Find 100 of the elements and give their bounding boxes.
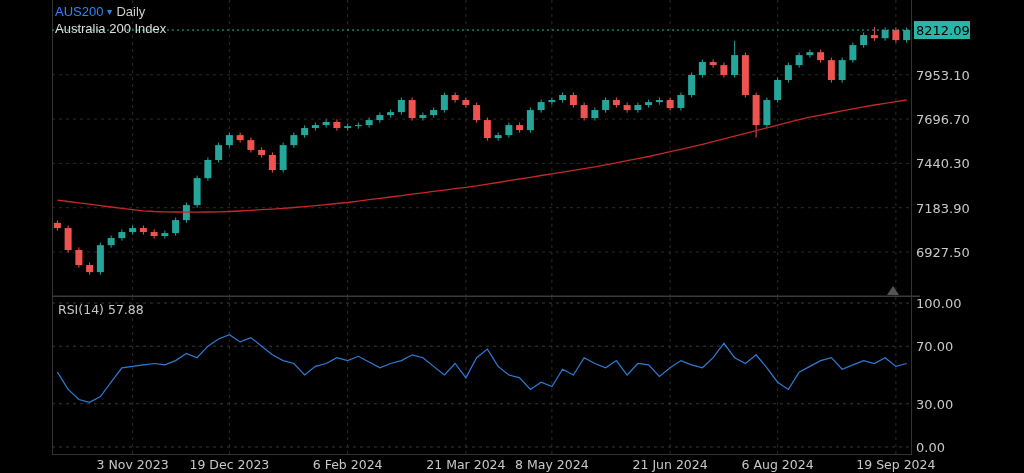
rsi-axis-label: 100.00 (916, 297, 962, 312)
price-candle (204, 156, 212, 182)
price-candle (279, 142, 287, 174)
price-candle (559, 91, 567, 104)
price-candle (172, 217, 180, 237)
last-price-tag: 8212.09 (914, 21, 970, 40)
price-candle (387, 109, 395, 119)
price-candle (139, 224, 147, 236)
price-candle (311, 122, 319, 132)
price-candle (569, 91, 577, 109)
price-candle (462, 96, 470, 109)
price-candle (645, 99, 653, 109)
price-candle (225, 132, 233, 149)
price-candle (655, 96, 663, 106)
price-candle (483, 117, 491, 142)
price-candle (698, 58, 706, 79)
date-axis-label: 19 Dec 2023 (189, 457, 270, 472)
price-candle (354, 122, 362, 130)
price-candle (784, 62, 792, 84)
price-candle (365, 117, 373, 129)
price-candle (752, 91, 760, 139)
price-candle (290, 132, 298, 149)
rsi-axis-label: 70.00 (916, 339, 954, 355)
price-candle (150, 228, 158, 240)
dropdown-caret[interactable]: ▾ (107, 3, 113, 20)
price-candle (301, 124, 309, 139)
price-candle (688, 71, 696, 99)
date-axis-label: 21 Mar 2024 (426, 457, 506, 472)
price-candle (419, 112, 427, 122)
price-candle (774, 76, 782, 104)
price-candle (408, 96, 416, 122)
price-candle (344, 123, 352, 132)
price-candle (430, 106, 438, 119)
price-candle (451, 91, 459, 104)
date-axis-label: 8 May 2024 (515, 457, 589, 472)
price-candle (322, 118, 330, 129)
price-candle (397, 96, 405, 116)
price-candle (75, 246, 83, 269)
price-candle (741, 52, 749, 99)
price-axis-label: 6927.50 (916, 245, 970, 260)
triangle-icon[interactable] (887, 286, 899, 295)
price-axis-label: 7953.10 (916, 67, 970, 83)
price-axis-label: 7696.70 (916, 112, 970, 128)
rsi-axis-label: 30.00 (916, 396, 954, 412)
price-axis-label: 7183.90 (916, 200, 970, 216)
price-candle (860, 31, 868, 49)
price-candle (666, 96, 674, 112)
price-candle (580, 101, 588, 122)
price-candle (827, 57, 835, 84)
price-candle (215, 142, 223, 164)
price-candle (817, 49, 825, 64)
rsi-axis-label: 0.00 (916, 439, 945, 455)
price-candle (505, 122, 513, 139)
price-candle (96, 242, 104, 276)
price-candle (118, 228, 126, 242)
price-candle (870, 26, 878, 42)
price-candle (247, 137, 255, 154)
date-axis-label: 6 Aug 2024 (741, 457, 814, 472)
price-candle (612, 96, 620, 109)
price-axis-label: 7440.30 (916, 156, 970, 172)
price-candle (268, 151, 276, 174)
price-candle (548, 96, 556, 106)
price-candle (129, 224, 137, 236)
price-candle (193, 175, 201, 209)
date-axis-label: 3 Nov 2023 (96, 457, 169, 472)
date-axis-label: 6 Feb 2024 (312, 457, 383, 472)
price-candle (182, 202, 190, 224)
instrument-name: Australia 200 Index (55, 20, 167, 37)
price-candle (838, 57, 846, 84)
price-candle (677, 91, 685, 112)
price-candle (709, 58, 717, 69)
price-candle (86, 261, 94, 276)
price-candle (236, 132, 244, 144)
price-candle (881, 26, 889, 42)
date-axis-label: 19 Sep 2024 (856, 457, 936, 472)
price-candle (795, 52, 803, 69)
price-candle (849, 42, 857, 64)
price-candle (731, 40, 739, 79)
price-candle (107, 235, 115, 249)
date-axis-label: 21 Jun 2024 (632, 457, 708, 472)
price-candle (623, 101, 631, 114)
price-candle (591, 106, 599, 122)
price-candle (161, 230, 169, 240)
price-candle (473, 101, 481, 124)
price-candle (64, 224, 72, 254)
price-candle (494, 132, 502, 142)
price-candle (634, 101, 642, 114)
price-candle (440, 91, 448, 114)
price-candle (763, 96, 771, 129)
price-candle (376, 112, 384, 124)
rsi-label: RSI(14) 57.88 (58, 302, 144, 317)
price-candle (720, 62, 728, 79)
price-candle (903, 26, 911, 44)
price-candle (516, 122, 524, 134)
price-candle (892, 26, 900, 44)
price-candle (806, 49, 814, 59)
price-candle (602, 96, 610, 114)
price-candle (333, 118, 341, 132)
symbol-label[interactable]: AUS200 (55, 3, 104, 20)
interval-label: Daily (116, 3, 146, 20)
